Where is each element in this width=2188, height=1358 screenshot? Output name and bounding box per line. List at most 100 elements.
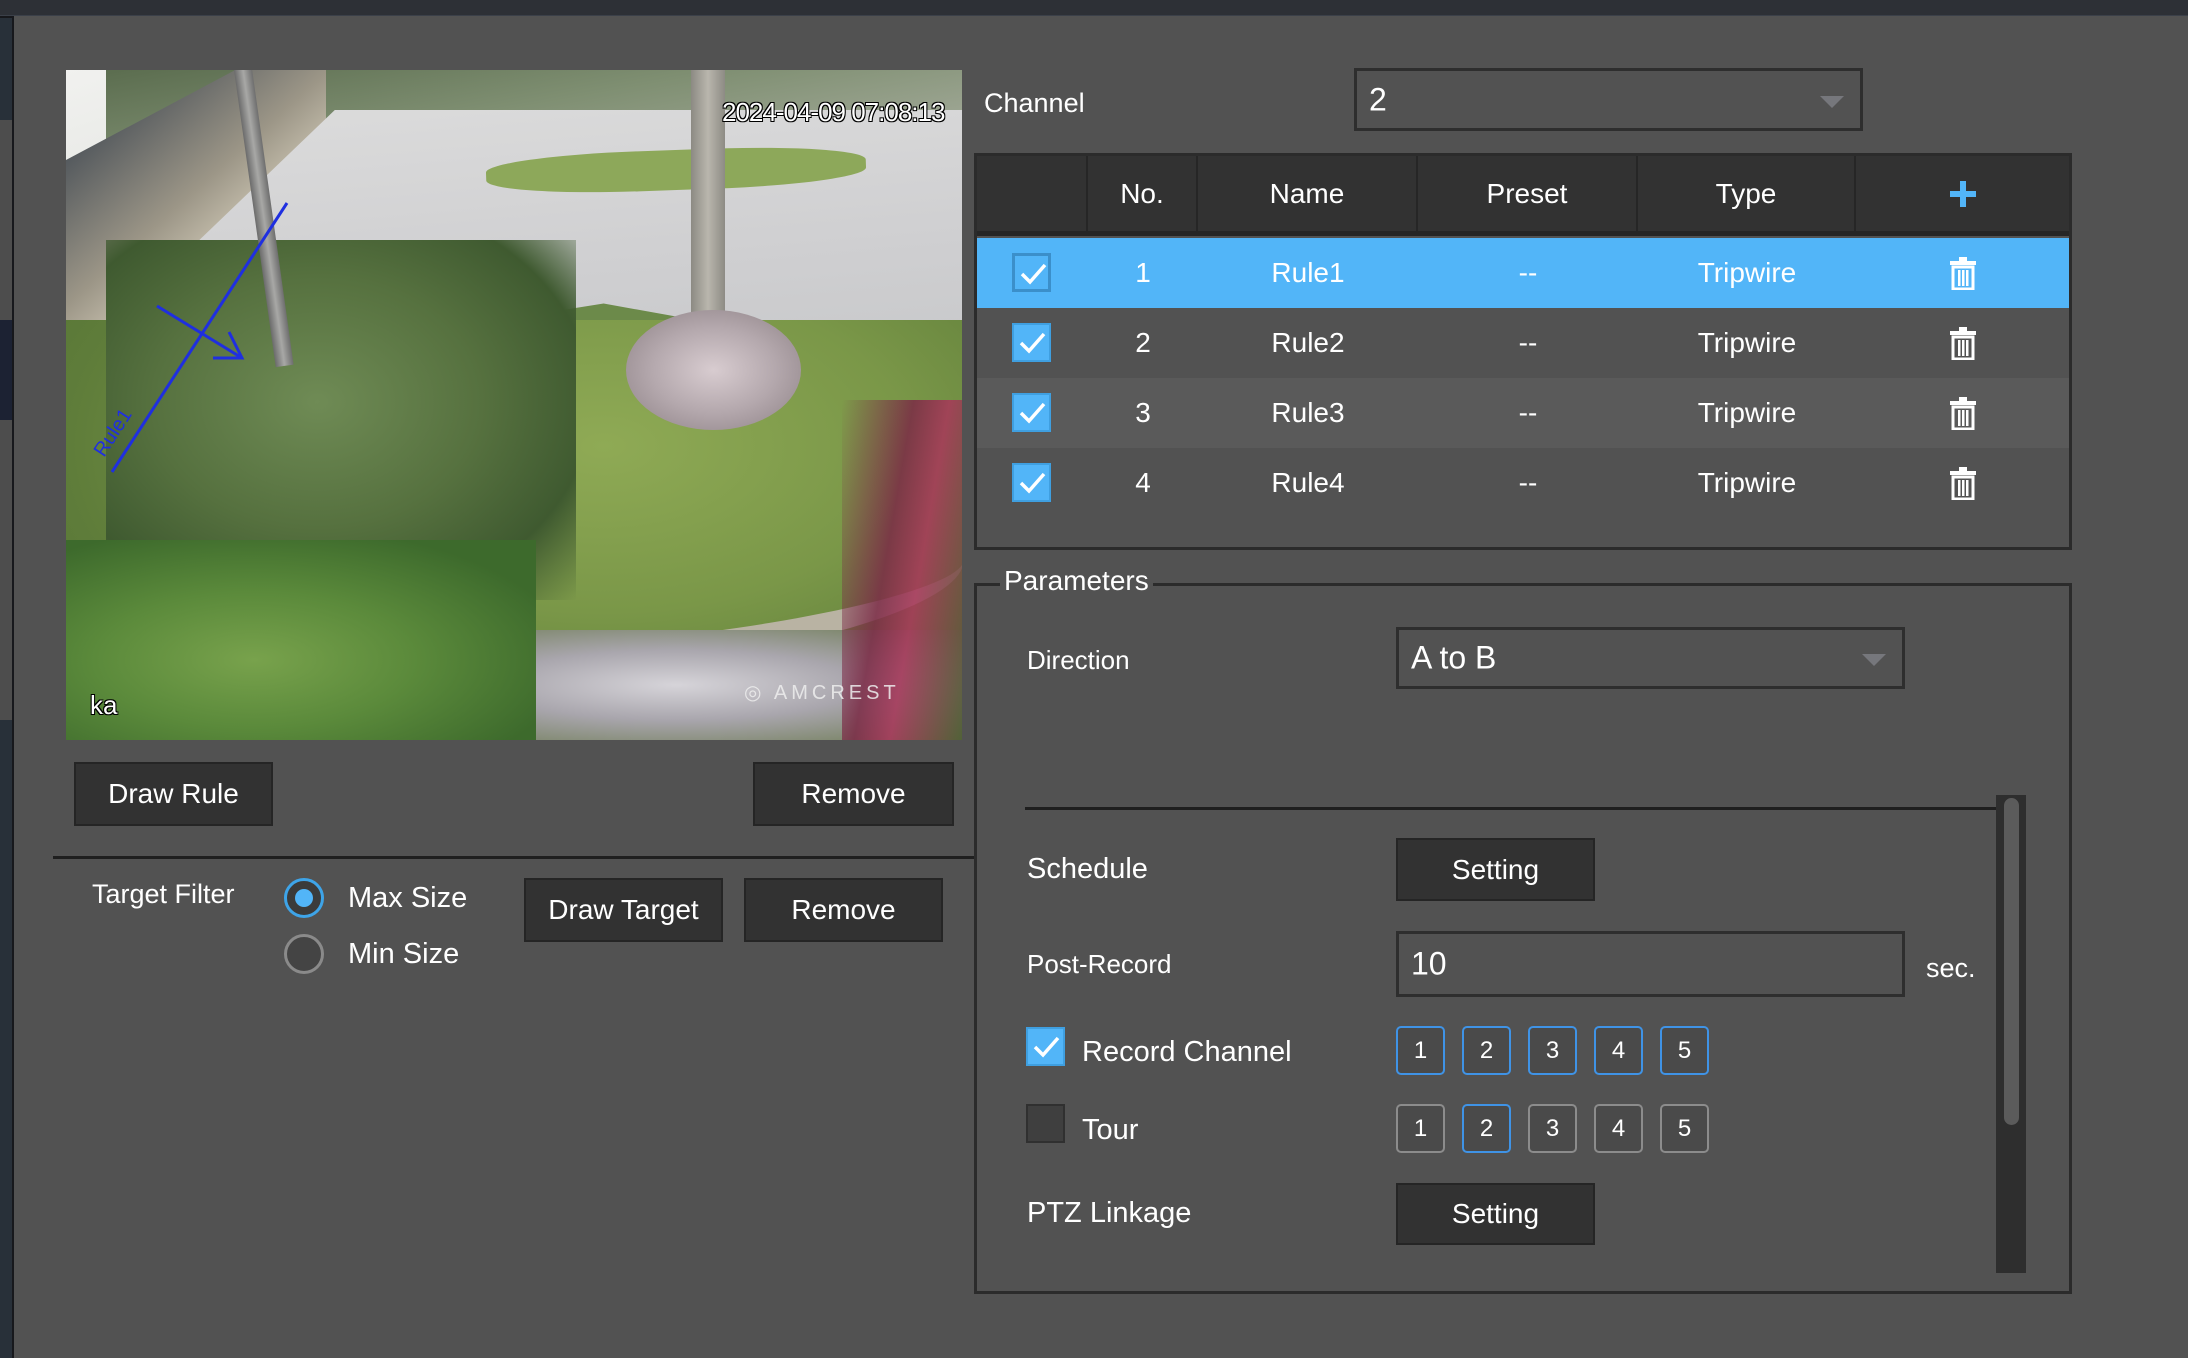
nav-item[interactable] <box>0 120 12 320</box>
tour-checkbox[interactable] <box>1026 1104 1065 1143</box>
row-enable-checkbox[interactable] <box>1012 463 1051 502</box>
tour-channel-3-button[interactable]: 3 <box>1528 1104 1577 1153</box>
video-preview[interactable]: Rule1 2024-04-09 07:08:13 ka ◎ AMCREST <box>66 70 962 740</box>
checkmark-icon <box>1019 472 1046 494</box>
row-enable-checkbox[interactable] <box>1012 323 1051 362</box>
column-header-select <box>977 156 1088 231</box>
post-record-input[interactable]: 10 <box>1396 931 1905 997</box>
tour-channel-5-button[interactable]: 5 <box>1660 1104 1709 1153</box>
tour-label: Tour <box>1082 1114 1139 1146</box>
row-enable-checkbox[interactable] <box>1012 393 1051 432</box>
record-channel-4-button[interactable]: 4 <box>1594 1026 1643 1075</box>
post-record-unit: sec. <box>1926 953 1976 983</box>
ptz-setting-button[interactable]: Setting <box>1396 1183 1595 1245</box>
remove-target-button[interactable]: Remove <box>744 878 943 942</box>
divider <box>53 856 974 859</box>
draw-target-button[interactable]: Draw Target <box>524 878 723 942</box>
add-rule-button[interactable] <box>1856 156 2069 231</box>
video-timestamp: 2024-04-09 07:08:13 <box>722 97 945 127</box>
min-size-radio[interactable] <box>284 934 324 974</box>
trash-icon <box>1949 327 1976 360</box>
table-header: No. Name Preset Type <box>977 156 2069 236</box>
direction-label: Direction <box>1027 645 1130 675</box>
cell-preset: -- <box>1518 327 1538 358</box>
watermark-text: AMCREST <box>773 682 900 704</box>
table-row[interactable]: 3 Rule3 -- Tripwire <box>977 378 2069 448</box>
cell-type: Tripwire <box>1697 397 1797 428</box>
trash-icon <box>1949 257 1976 290</box>
record-channel-3-button[interactable]: 3 <box>1528 1026 1577 1075</box>
cell-name: Rule3 <box>1271 397 1345 428</box>
max-size-radio[interactable] <box>284 878 324 918</box>
ptz-linkage-label: PTZ Linkage <box>1027 1197 1192 1229</box>
record-channel-1-button[interactable]: 1 <box>1396 1026 1445 1075</box>
brand-logo-icon: ◎ <box>744 682 774 704</box>
cell-preset: -- <box>1518 257 1538 288</box>
trash-icon <box>1949 467 1976 500</box>
tour-channel-2-button[interactable]: 2 <box>1462 1104 1511 1153</box>
table-row[interactable]: 4 Rule4 -- Tripwire <box>977 448 2069 518</box>
scrollbar-thumb[interactable] <box>2004 798 2019 1125</box>
cell-no: 1 <box>1135 257 1151 288</box>
row-enable-checkbox[interactable] <box>1012 253 1051 292</box>
top-bar <box>0 0 2188 16</box>
record-channel-5-button[interactable]: 5 <box>1660 1026 1709 1075</box>
cell-name: Rule2 <box>1271 327 1345 358</box>
nav-item[interactable] <box>0 720 12 1358</box>
checkmark-icon <box>1019 402 1046 424</box>
target-filter-label: Target Filter <box>92 879 235 909</box>
checkmark-icon <box>1033 1036 1060 1058</box>
schedule-setting-button[interactable]: Setting <box>1396 838 1595 901</box>
channel-select[interactable]: 2 <box>1354 68 1863 131</box>
divider <box>1025 807 1996 810</box>
tripwire-line <box>110 202 289 473</box>
record-channel-2-button[interactable]: 2 <box>1462 1026 1511 1075</box>
schedule-label: Schedule <box>1027 853 1148 885</box>
nav-item[interactable] <box>0 420 12 720</box>
direction-select[interactable]: A to B <box>1396 627 1905 689</box>
trash-icon <box>1949 397 1976 430</box>
tour-channel-1-button[interactable]: 1 <box>1396 1104 1445 1153</box>
delete-rule-button[interactable] <box>1856 378 2069 448</box>
checkmark-icon <box>1019 332 1046 354</box>
chevron-down-icon <box>1862 654 1886 666</box>
table-row[interactable]: 1 Rule1 -- Tripwire <box>977 238 2069 308</box>
cell-no: 2 <box>1135 327 1151 358</box>
column-header-name: Name <box>1198 156 1418 231</box>
rule-line-label: Rule1 <box>90 405 137 461</box>
chevron-down-icon <box>1820 95 1844 108</box>
left-nav-rail <box>0 16 14 1358</box>
record-channel-checkbox[interactable] <box>1026 1027 1065 1066</box>
column-header-no: No. <box>1088 156 1198 231</box>
delete-rule-button[interactable] <box>1856 308 2069 378</box>
cell-preset: -- <box>1518 397 1538 428</box>
nav-item[interactable] <box>0 18 12 122</box>
cell-no: 4 <box>1135 467 1151 498</box>
cell-name: Rule4 <box>1271 467 1345 498</box>
rules-table: No. Name Preset Type 1 Rule1 -- Tripwire 2 Ru… <box>974 153 2072 550</box>
cell-type: Tripwire <box>1697 467 1797 498</box>
camera-label: ka <box>90 690 118 720</box>
post-record-value: 10 <box>1411 945 1447 982</box>
draw-rule-button[interactable]: Draw Rule <box>74 762 273 826</box>
table-row[interactable]: 2 Rule2 -- Tripwire <box>977 308 2069 378</box>
max-size-label[interactable]: Max Size <box>348 882 467 915</box>
cell-preset: -- <box>1518 467 1538 498</box>
checkmark-icon <box>1020 263 1047 285</box>
parameters-legend: Parameters <box>1000 565 1153 597</box>
rule-overlay[interactable]: Rule1 <box>66 70 962 740</box>
tour-channel-4-button[interactable]: 4 <box>1594 1104 1643 1153</box>
remove-rule-button[interactable]: Remove <box>753 762 954 826</box>
column-header-preset: Preset <box>1418 156 1638 231</box>
record-channel-label: Record Channel <box>1082 1036 1292 1068</box>
column-header-type: Type <box>1638 156 1856 231</box>
cell-type: Tripwire <box>1697 327 1797 358</box>
nav-item-active[interactable] <box>0 320 12 420</box>
watermark: ◎ AMCREST <box>744 680 900 705</box>
delete-rule-button[interactable] <box>1856 448 2069 518</box>
delete-rule-button[interactable] <box>1856 238 2069 308</box>
min-size-label[interactable]: Min Size <box>348 938 459 971</box>
direction-value: A to B <box>1411 639 1497 676</box>
cell-no: 3 <box>1135 397 1151 428</box>
cell-type: Tripwire <box>1697 257 1797 288</box>
